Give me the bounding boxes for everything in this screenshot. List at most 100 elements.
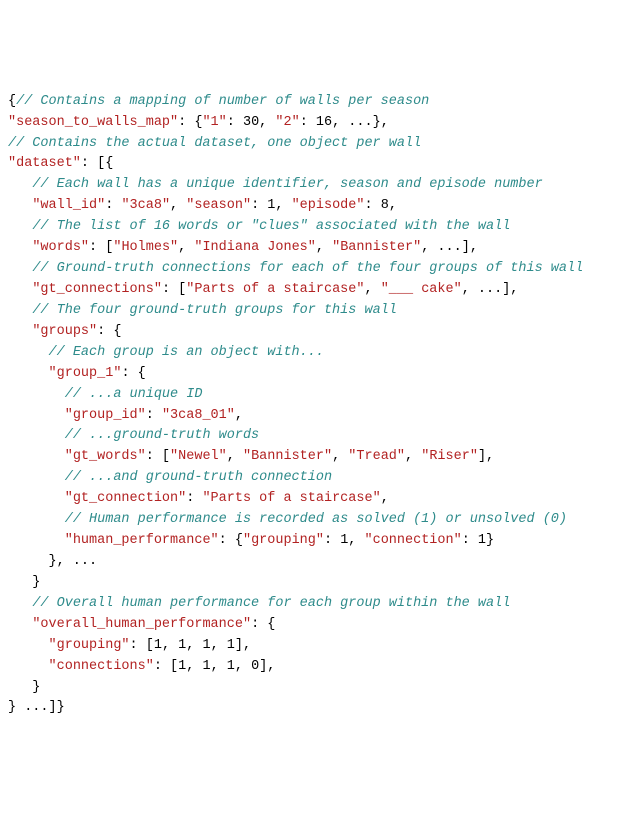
- punct-token: [8, 659, 49, 674]
- punct-token: ,: [211, 659, 227, 674]
- punct-token: :: [186, 491, 202, 506]
- string-token: "3ca8": [121, 198, 170, 213]
- punct-token: [8, 470, 65, 485]
- number-token: 1: [178, 659, 186, 674]
- code-line: "groups": {: [8, 322, 632, 343]
- punct-token: , ...],: [421, 240, 478, 255]
- punct-token: ,: [211, 638, 227, 653]
- punct-token: [8, 282, 32, 297]
- code-line: "group_id": "3ca8_01",: [8, 406, 632, 427]
- punct-token: ,: [227, 449, 243, 464]
- punct-token: ,: [389, 198, 397, 213]
- code-line: }, ...: [8, 552, 632, 573]
- punct-token: }: [486, 533, 494, 548]
- punct-token: ],: [235, 638, 251, 653]
- code-line: "overall_human_performance": {: [8, 615, 632, 636]
- key-token: "season_to_walls_map": [8, 115, 178, 130]
- punct-token: ,: [170, 198, 186, 213]
- comment-token: // The list of 16 words or "clues" assoc…: [32, 219, 510, 234]
- punct-token: [8, 491, 65, 506]
- punct-token: ],: [478, 449, 494, 464]
- punct-token: :: [227, 115, 243, 130]
- number-token: 16: [316, 115, 332, 130]
- punct-token: ,: [162, 638, 178, 653]
- code-line: "words": ["Holmes", "Indiana Jones", "Ba…: [8, 238, 632, 259]
- key-token: "grouping": [243, 533, 324, 548]
- punct-token: : [: [162, 282, 186, 297]
- punct-token: [8, 408, 65, 423]
- key-token: "season": [186, 198, 251, 213]
- punct-token: ,: [178, 240, 194, 255]
- punct-token: ,: [186, 659, 202, 674]
- punct-token: : [: [146, 449, 170, 464]
- string-token: "Bannister": [332, 240, 421, 255]
- punct-token: [8, 198, 32, 213]
- punct-token: [8, 617, 32, 632]
- key-token: "groups": [32, 324, 97, 339]
- number-token: 30: [243, 115, 259, 130]
- comment-token: // Contains a mapping of number of walls…: [16, 94, 429, 109]
- comment-token: // Overall human performance for each gr…: [32, 596, 510, 611]
- punct-token: [8, 303, 32, 318]
- punct-token: [8, 240, 32, 255]
- punct-token: , ...],: [462, 282, 519, 297]
- punct-token: [8, 449, 65, 464]
- key-token: "1": [202, 115, 226, 130]
- punct-token: ,: [405, 449, 421, 464]
- punct-token: ,: [316, 240, 332, 255]
- code-line: }: [8, 573, 632, 594]
- number-token: 0: [251, 659, 259, 674]
- key-token: "words": [32, 240, 89, 255]
- punct-token: ,: [275, 198, 291, 213]
- punct-token: ],: [259, 659, 275, 674]
- number-token: 1: [202, 638, 210, 653]
- number-token: 1: [202, 659, 210, 674]
- punct-token: :: [146, 408, 162, 423]
- key-token: "connections": [49, 659, 154, 674]
- code-line: "wall_id": "3ca8", "season": 1, "episode…: [8, 196, 632, 217]
- key-token: "gt_connections": [32, 282, 162, 297]
- punct-token: }: [8, 575, 40, 590]
- punct-token: : {: [121, 366, 145, 381]
- json-code-listing: {// Contains a mapping of number of wall…: [8, 92, 632, 720]
- string-token: "Bannister": [243, 449, 332, 464]
- number-token: 1: [478, 533, 486, 548]
- punct-token: [8, 428, 65, 443]
- punct-token: }, ...: [8, 554, 97, 569]
- key-token: "gt_words": [65, 449, 146, 464]
- code-line: "gt_connection": "Parts of a staircase",: [8, 489, 632, 510]
- number-token: 1: [154, 638, 162, 653]
- punct-token: : [: [89, 240, 113, 255]
- code-line: // Contains the actual dataset, one obje…: [8, 134, 632, 155]
- punct-token: :: [462, 533, 478, 548]
- string-token: "Holmes": [113, 240, 178, 255]
- punct-token: {: [8, 94, 16, 109]
- code-line: } ...]}: [8, 698, 632, 719]
- punct-token: [8, 387, 65, 402]
- key-token: "overall_human_performance": [32, 617, 251, 632]
- string-token: "3ca8_01": [162, 408, 235, 423]
- punct-token: :: [324, 533, 340, 548]
- key-token: "grouping": [49, 638, 130, 653]
- key-token: "wall_id": [32, 198, 105, 213]
- code-line: "dataset": [{: [8, 154, 632, 175]
- comment-token: // The four ground-truth groups for this…: [32, 303, 397, 318]
- punct-token: } ...]}: [8, 700, 65, 715]
- punct-token: : {: [178, 115, 202, 130]
- punct-token: ,: [186, 638, 202, 653]
- string-token: "___ cake": [381, 282, 462, 297]
- punct-token: :: [105, 198, 121, 213]
- code-line: // The list of 16 words or "clues" assoc…: [8, 217, 632, 238]
- comment-token: // ...ground-truth words: [65, 428, 259, 443]
- code-line: "season_to_walls_map": {"1": 30, "2": 16…: [8, 113, 632, 134]
- code-line: // Each group is an object with...: [8, 343, 632, 364]
- code-line: {// Contains a mapping of number of wall…: [8, 92, 632, 113]
- string-token: "Newel": [170, 449, 227, 464]
- punct-token: :: [300, 115, 316, 130]
- key-token: "human_performance": [65, 533, 219, 548]
- punct-token: : [: [130, 638, 154, 653]
- punct-token: [8, 512, 65, 527]
- punct-token: ,: [364, 282, 380, 297]
- punct-token: [8, 596, 32, 611]
- number-token: 8: [381, 198, 389, 213]
